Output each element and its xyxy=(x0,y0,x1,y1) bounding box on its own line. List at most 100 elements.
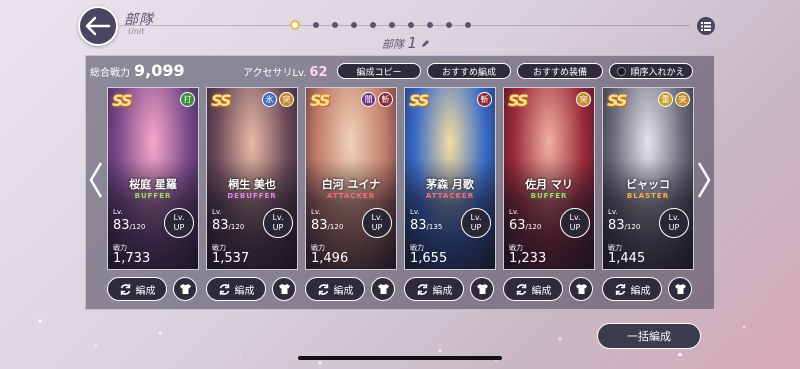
character-card[interactable]: SS 雷突 ビャッコ BLASTER Lv. 83/120 Lv. UP 戦力 … xyxy=(602,87,694,270)
total-power: 総合戦力 9,099 xyxy=(90,61,185,80)
rarity-badge: SS xyxy=(508,91,529,110)
page-subtitle: Unit xyxy=(128,27,145,36)
character-role: BUFFER xyxy=(134,192,172,200)
character-role: ATTACKER xyxy=(326,192,376,200)
character-card[interactable]: SS 氷突 桐生 美也 DEBUFFER Lv. 83/120 Lv. UP 戦… xyxy=(206,87,298,270)
unit-label[interactable]: 部隊 1 xyxy=(382,34,430,52)
level-up-label-top: Lv. xyxy=(173,213,185,222)
back-button[interactable] xyxy=(78,6,118,46)
rarity-badge: SS xyxy=(409,91,430,110)
page-dot[interactable] xyxy=(408,22,414,28)
unit-number: 1 xyxy=(407,34,418,52)
recommended-formation-button[interactable]: おすすめ編成 xyxy=(427,63,511,79)
bulk-formation-button[interactable]: 一括編成 xyxy=(597,323,701,349)
menu-button[interactable] xyxy=(697,17,715,35)
page-dot[interactable] xyxy=(332,22,338,28)
page-dot[interactable] xyxy=(370,22,376,28)
attribute-icon: 氷 xyxy=(262,92,277,107)
copy-formation-button[interactable]: 編成コピー xyxy=(337,63,421,79)
level-current: 83 xyxy=(410,218,427,233)
page-dot[interactable] xyxy=(389,22,395,28)
page-dot[interactable] xyxy=(290,20,300,30)
rarity-badge: SS xyxy=(211,91,232,110)
level-up-label-bottom: UP xyxy=(569,223,581,232)
total-power-value: 9,099 xyxy=(134,61,185,80)
level-label: Lv. xyxy=(608,208,618,216)
shirt-icon xyxy=(476,284,488,294)
attribute-icon: 突 xyxy=(675,92,690,107)
attribute-icon: 斬 xyxy=(378,92,393,107)
level-label: Lv. xyxy=(212,208,222,216)
edit-formation-label: 編成 xyxy=(135,285,156,297)
edit-formation-label: 編成 xyxy=(630,285,651,297)
character-card[interactable]: SS 突 佐月 マリ BUFFER Lv. 63/120 Lv. UP 戦力 1… xyxy=(503,87,595,270)
level-value: 83/120 xyxy=(113,218,145,233)
power-value: 1,496 xyxy=(311,251,349,266)
rarity-badge: SS xyxy=(112,91,133,110)
chevron-right-icon[interactable] xyxy=(696,160,712,200)
level-up-button[interactable]: Lv. UP xyxy=(362,208,392,238)
level-current: 83 xyxy=(608,218,625,233)
pencil-icon[interactable] xyxy=(421,39,430,48)
equipment-button[interactable] xyxy=(371,277,395,301)
character-card[interactable]: SS 闇斬 白河 ユイナ ATTACKER Lv. 83/120 Lv. UP … xyxy=(305,87,397,270)
level-up-button[interactable]: Lv. UP xyxy=(461,208,491,238)
page-dot[interactable] xyxy=(351,22,357,28)
level-up-button[interactable]: Lv. UP xyxy=(263,208,293,238)
attribute-badges: 氷突 xyxy=(262,92,294,107)
page-dot[interactable] xyxy=(446,22,452,28)
level-value: 83/135 xyxy=(410,218,442,233)
level-value: 83/120 xyxy=(311,218,343,233)
shirt-icon xyxy=(377,284,389,294)
level-up-button[interactable]: Lv. UP xyxy=(659,208,689,238)
character-card[interactable]: SS 斬 茅森 月歌 ATTACKER Lv. 83/135 Lv. UP 戦力… xyxy=(404,87,496,270)
equipment-button[interactable] xyxy=(470,277,494,301)
level-label: Lv. xyxy=(113,208,123,216)
accessory-level-value: 62 xyxy=(309,65,328,80)
accessory-level: アクセサリLv. 62 xyxy=(243,64,328,80)
page-dot[interactable] xyxy=(465,22,471,28)
attribute-badges: 斬 xyxy=(477,92,492,107)
edit-formation-button[interactable]: 編成 xyxy=(305,277,365,301)
equipment-button[interactable] xyxy=(173,277,197,301)
edit-formation-button[interactable]: 編成 xyxy=(404,277,464,301)
page-dot[interactable] xyxy=(313,22,319,28)
level-up-button[interactable]: Lv. UP xyxy=(560,208,590,238)
chevron-left-icon[interactable] xyxy=(88,160,104,200)
attribute-icon: 突 xyxy=(279,92,294,107)
recommended-equipment-button[interactable]: おすすめ装備 xyxy=(517,63,603,79)
unit-page-indicator[interactable] xyxy=(290,20,471,30)
swap-icon xyxy=(219,283,229,295)
level-up-label-bottom: UP xyxy=(668,223,680,232)
reorder-toggle[interactable]: 順序入れかえ xyxy=(609,63,693,79)
level-max: /135 xyxy=(426,223,443,231)
level-up-label-top: Lv. xyxy=(371,213,383,222)
edit-formation-label: 編成 xyxy=(333,285,354,297)
level-up-label-bottom: UP xyxy=(371,223,383,232)
edit-formation-button[interactable]: 編成 xyxy=(602,277,662,301)
edit-formation-button[interactable]: 編成 xyxy=(503,277,563,301)
power-value: 1,233 xyxy=(509,251,547,266)
page-dot[interactable] xyxy=(427,22,433,28)
level-up-label-top: Lv. xyxy=(569,213,581,222)
level-max: /120 xyxy=(525,223,542,231)
edit-formation-button[interactable]: 編成 xyxy=(206,277,266,301)
power-value: 1,537 xyxy=(212,251,250,266)
home-indicator[interactable] xyxy=(298,356,502,360)
equipment-button[interactable] xyxy=(569,277,593,301)
level-value: 83/120 xyxy=(608,218,640,233)
level-max: /120 xyxy=(129,223,146,231)
character-card[interactable]: SS 打 桜庭 星羅 BUFFER Lv. 83/120 Lv. UP 戦力 1… xyxy=(107,87,199,270)
equipment-button[interactable] xyxy=(272,277,296,301)
character-role: BUFFER xyxy=(530,192,568,200)
power-value: 1,655 xyxy=(410,251,448,266)
attribute-icon: 斬 xyxy=(477,92,492,107)
equipment-button[interactable] xyxy=(668,277,692,301)
accessory-level-label: アクセサリLv. xyxy=(243,68,307,79)
swap-icon xyxy=(615,283,625,295)
level-max: /120 xyxy=(228,223,245,231)
level-up-button[interactable]: Lv. UP xyxy=(164,208,194,238)
edit-formation-button[interactable]: 編成 xyxy=(107,277,167,301)
power-value: 1,733 xyxy=(113,251,151,266)
character-role: ATTACKER xyxy=(425,192,475,200)
